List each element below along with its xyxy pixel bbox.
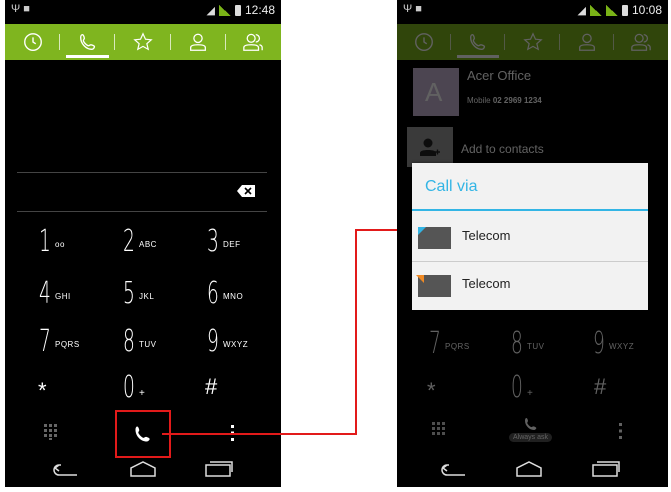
phone-icon <box>79 33 95 51</box>
dialog-title-divider <box>412 209 648 211</box>
dialog-option-telecom-1[interactable]: Telecom <box>412 213 648 261</box>
tab-phone[interactable] <box>60 24 116 60</box>
contact-phone: Mobile 02 2969 1234 <box>467 96 542 105</box>
option-label: Telecom <box>462 276 511 291</box>
clock-icon <box>415 33 434 51</box>
clock-icon <box>23 33 42 51</box>
avatar-letter: A <box>425 77 443 107</box>
key-0[interactable]: 0 + <box>491 368 571 408</box>
arrow-connector-vertical <box>355 229 357 435</box>
usb-icon: Ψ ■ <box>11 3 30 15</box>
key-5[interactable]: 5 JKL <box>103 274 183 314</box>
phone-screen-dialer: Ψ ■ ◢ 12:48 1oo 2ABC 3DEF 4GHI 5JKL <box>5 0 281 487</box>
key-3[interactable]: 3 DEF <box>187 222 267 262</box>
add-contact-icon[interactable] <box>407 127 453 167</box>
back-icon[interactable] <box>441 463 467 477</box>
active-tab-indicator <box>457 55 500 58</box>
key-star[interactable]: * <box>38 378 47 404</box>
phone-icon <box>470 33 486 51</box>
tab-favorites[interactable] <box>505 24 560 60</box>
key-9[interactable]: 9 WXYZ <box>573 324 653 364</box>
status-bar: Ψ ■ ◢ 12:48 <box>5 0 281 20</box>
recent-apps-icon[interactable] <box>205 461 233 477</box>
avatar: A <box>413 68 459 116</box>
home-icon[interactable] <box>515 461 543 477</box>
call-button[interactable] <box>523 416 539 432</box>
dialpad-icon[interactable] <box>43 423 59 441</box>
home-icon[interactable] <box>129 461 157 477</box>
dialog-title: Call via <box>425 178 478 195</box>
option-label: Telecom <box>462 228 511 243</box>
person-icon <box>578 33 595 51</box>
active-tab-indicator <box>66 55 110 58</box>
key-1[interactable]: 1 oo <box>19 222 99 262</box>
key-8[interactable]: 8 TUV <box>103 322 183 362</box>
star-icon <box>522 32 543 51</box>
dialpad-icon[interactable] <box>431 421 447 439</box>
input-divider-top <box>17 172 267 173</box>
star-icon <box>133 32 153 51</box>
overflow-menu-icon[interactable] <box>618 422 624 440</box>
backspace-icon[interactable] <box>237 185 255 197</box>
tab-contacts[interactable] <box>171 24 227 60</box>
battery-icon <box>234 4 241 16</box>
key-hash[interactable]: # <box>205 374 217 400</box>
key-hash[interactable]: # <box>594 374 606 400</box>
phone-screen-call-via: Ψ ■ ◢ 10:08 A Acer Office Mobile 02 2969… <box>397 0 668 487</box>
group-icon <box>631 33 651 51</box>
key-4[interactable]: 4 GHI <box>19 274 99 314</box>
person-icon <box>190 33 207 51</box>
key-7[interactable]: 7 PQRS <box>409 324 489 364</box>
wifi-icon: ◢ <box>206 4 215 17</box>
tab-recent[interactable] <box>397 24 452 60</box>
tab-groups[interactable] <box>614 24 668 60</box>
tab-recent[interactable] <box>5 24 61 60</box>
key-8[interactable]: 8 TUV <box>491 324 571 364</box>
tab-favorites[interactable] <box>115 24 171 60</box>
tab-groups[interactable] <box>226 24 281 60</box>
status-time: 12:48 <box>244 3 275 17</box>
input-divider-bottom <box>17 211 267 212</box>
tab-phone[interactable] <box>451 24 506 60</box>
group-icon <box>243 33 264 51</box>
key-star[interactable]: * <box>427 378 436 404</box>
always-ask-badge: Always ask <box>509 433 553 442</box>
key-7[interactable]: 7 PQRS <box>19 322 99 362</box>
dialog-option-telecom-2[interactable]: Telecom <box>412 261 648 309</box>
arrow-connector-horizontal <box>162 433 356 435</box>
key-0[interactable]: 0 + <box>103 368 183 408</box>
sim-card-icon <box>418 227 451 249</box>
tab-bar <box>5 24 281 60</box>
signal-icon <box>218 4 231 16</box>
tab-contacts[interactable] <box>560 24 615 60</box>
recent-apps-icon[interactable] <box>592 461 620 477</box>
key-6[interactable]: 6 MNO <box>187 274 267 314</box>
contact-name: Acer Office <box>467 68 532 83</box>
tab-bar <box>397 24 668 60</box>
sim-card-icon <box>416 275 451 297</box>
call-via-dialog: Call via Telecom Telecom <box>412 163 648 310</box>
back-icon[interactable] <box>53 463 79 477</box>
add-to-contacts[interactable]: Add to contacts <box>461 142 544 156</box>
key-2[interactable]: 2 ABC <box>103 222 183 262</box>
key-9[interactable]: 9 WXYZ <box>187 322 267 362</box>
voicemail-icon: oo <box>55 240 65 249</box>
